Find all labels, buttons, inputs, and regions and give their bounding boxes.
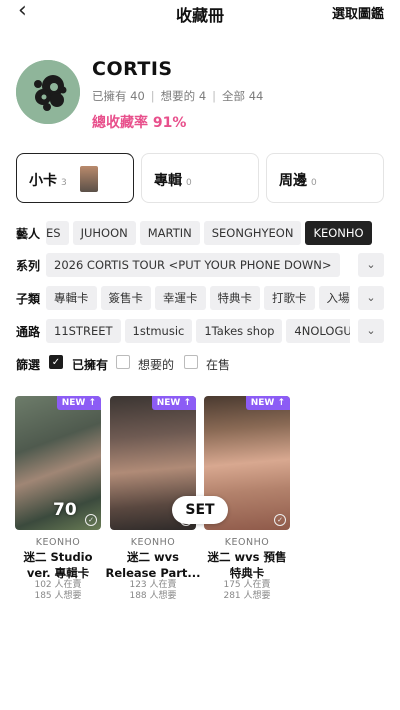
all-value: 44 <box>248 89 264 103</box>
status-filter-label: 篩選 <box>16 358 41 372</box>
artist-chip[interactable]: JUHOON <box>72 221 136 245</box>
status-filter-row: 篩選 ✓ 已擁有 想要的 在售 <box>16 354 386 374</box>
cortis-logo-icon <box>16 60 80 124</box>
photocard-grid: NEW ↑ 70 ✓ KEONHO 迷二 Studio ver. 專輯卡 102… <box>15 396 390 646</box>
artist-filter-label: 藝人 <box>16 227 41 241</box>
subtype-chip[interactable]: 入場 <box>318 286 350 310</box>
subtype-chip[interactable]: 幸運卡 <box>155 286 206 310</box>
artist-chips: ES JUHOON MARTIN SEONGHYEON KEONHO <box>46 221 386 247</box>
card-wanting-count: 185 人想要 <box>34 591 82 601</box>
photocard-item[interactable]: NEW ↑ 70 ✓ KEONHO 迷二 Studio ver. 專輯卡 102… <box>15 396 103 602</box>
all-label: 全部 <box>222 89 246 103</box>
card-name-line2: ver. 專輯卡 <box>26 566 90 580</box>
artist-chip-selected[interactable]: KEONHO <box>305 221 372 245</box>
top-bar: ‹ 收藏冊 選取圖鑑 <box>0 0 400 26</box>
tab-album[interactable]: 專輯 0 <box>141 153 259 203</box>
channel-chip[interactable]: 1stmusic <box>124 319 193 343</box>
series-filter-row: 系列 2026 CORTIS TOUR <PUT YOUR PHONE DOWN… <box>16 253 386 279</box>
card-artist: KEONHO <box>35 537 81 548</box>
on-sale-checkbox-label[interactable]: 在售 <box>206 356 230 373</box>
card-selling-count: 123 人在賣 <box>129 580 177 590</box>
artist-filter-row: 藝人 ES JUHOON MARTIN SEONGHYEON KEONHO <box>16 221 386 247</box>
avatar <box>16 60 80 124</box>
owned-checkbox-label[interactable]: 已擁有 <box>72 356 108 373</box>
tab-label: 周邊 <box>279 173 307 189</box>
new-badge: NEW ↑ <box>151 396 196 410</box>
chevron-down-icon[interactable]: ⌄ <box>358 253 384 277</box>
subtype-filter-label: 子類 <box>16 292 41 306</box>
check-icon: ✓ <box>85 514 97 526</box>
wanted-checkbox-label[interactable]: 想要的 <box>138 356 174 373</box>
channel-filter-row: 通路 11STREET1stmusic1Takes shop4NOLOGUE ⌄ <box>16 319 386 345</box>
on-sale-checkbox[interactable] <box>184 355 198 369</box>
card-name-line2: Release Part... <box>105 566 201 580</box>
owned-value: 40 <box>130 89 145 103</box>
tab-label: 專輯 <box>154 173 182 189</box>
subtype-chip[interactable]: 打歌卡 <box>264 286 315 310</box>
owned-label: 已擁有 <box>92 89 127 103</box>
subtype-chips: 專輯卡 簽售卡 幸運卡 特典卡 打歌卡 入場 <box>46 286 350 312</box>
artist-chip[interactable]: ES <box>46 221 69 245</box>
wanted-value: 4 <box>198 89 207 103</box>
category-tabs: 小卡 3 專輯 0 周邊 0 <box>16 153 386 205</box>
profile-stats: 已擁有 40 | 想要的 4 | 全部 44 <box>92 89 264 103</box>
channel-chip[interactable]: 4NOLOGUE <box>286 319 350 343</box>
card-name-line2: 特典卡 <box>229 566 265 580</box>
card-selling-count: 175 人在賣 <box>223 580 271 590</box>
series-chip[interactable]: 2026 CORTIS TOUR <PUT YOUR PHONE DOWN> <box>46 253 340 277</box>
collection-rate-label: 總收藏率 <box>92 115 148 131</box>
card-wanting-count: 188 人想要 <box>129 591 177 601</box>
series-chips: 2026 CORTIS TOUR <PUT YOUR PHONE DOWN> <box>46 253 350 279</box>
artist-chip[interactable]: MARTIN <box>139 221 200 245</box>
channel-chip[interactable]: 1Takes shop <box>196 319 283 343</box>
card-selling-count: 102 人在賣 <box>34 580 82 590</box>
profile-name: CORTIS <box>92 58 173 80</box>
card-name-line1: 迷二 wvs <box>127 550 179 564</box>
card-overlay-number: 70 <box>53 500 77 520</box>
set-button[interactable]: SET <box>172 496 228 524</box>
tab-count: 3 <box>61 178 67 188</box>
channel-chip[interactable]: 11STREET <box>46 319 121 343</box>
new-badge: NEW ↑ <box>56 396 101 410</box>
select-collection-button[interactable]: 選取圖鑑 <box>332 3 384 22</box>
subtype-chip[interactable]: 專輯卡 <box>46 286 97 310</box>
collection-rate: 總收藏率 91% <box>92 112 186 132</box>
card-wanting-count: 281 人想要 <box>223 591 271 601</box>
wanted-checkbox[interactable] <box>116 355 130 369</box>
new-badge: NEW ↑ <box>245 396 290 410</box>
photocard-image: NEW ↑ 70 ✓ <box>15 396 101 530</box>
artist-chip[interactable]: SEONGHYEON <box>203 221 302 245</box>
channel-chips: 11STREET1stmusic1Takes shop4NOLOGUE <box>46 319 350 345</box>
series-filter-label: 系列 <box>16 259 41 273</box>
profile-section: CORTIS 已擁有 40 | 想要的 4 | 全部 44 總收藏率 91% <box>16 58 386 132</box>
collection-rate-value: 91% <box>152 115 187 131</box>
subtype-filter-row: 子類 專輯卡 簽售卡 幸運卡 特典卡 打歌卡 入場 ⌄ <box>16 286 386 312</box>
tab-count: 0 <box>186 178 192 188</box>
wanted-label: 想要的 <box>160 89 196 103</box>
tab-label: 小卡 <box>29 173 57 189</box>
photocard-thumbnail <box>80 166 98 192</box>
check-icon: ✓ <box>274 514 286 526</box>
card-name-line1: 迷二 wvs 預售 <box>207 550 287 564</box>
owned-checkbox[interactable]: ✓ <box>49 355 63 369</box>
chevron-down-icon[interactable]: ⌄ <box>358 319 384 343</box>
chevron-down-icon[interactable]: ⌄ <box>358 286 384 310</box>
tab-count: 0 <box>311 178 317 188</box>
subtype-chip[interactable]: 特典卡 <box>209 286 260 310</box>
tab-photocard[interactable]: 小卡 3 <box>16 153 134 203</box>
card-artist: KEONHO <box>224 537 270 548</box>
channel-filter-label: 通路 <box>16 325 41 339</box>
card-artist: KEONHO <box>130 537 176 548</box>
subtype-chip[interactable]: 簽售卡 <box>100 286 151 310</box>
tab-merch[interactable]: 周邊 0 <box>266 153 384 203</box>
card-name-line1: 迷二 Studio <box>23 550 93 564</box>
